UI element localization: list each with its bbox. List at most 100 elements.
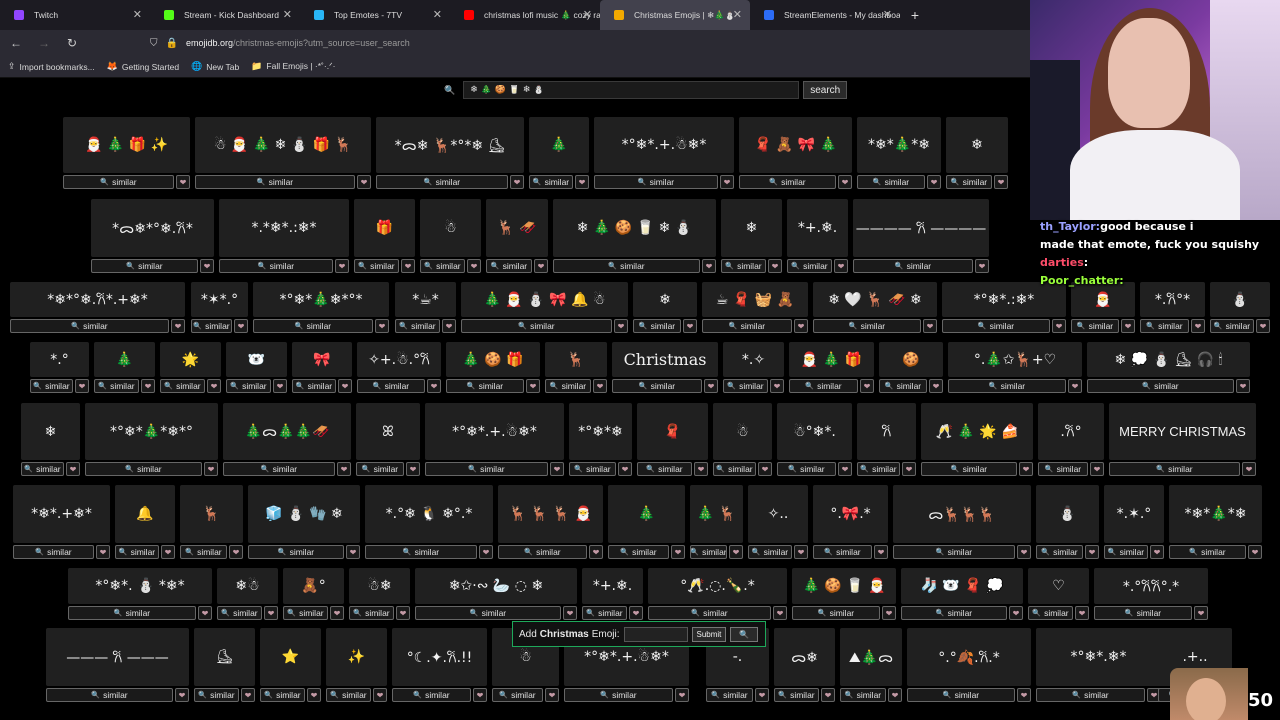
favorite-button[interactable]: ❤ <box>75 379 89 393</box>
favorite-button[interactable]: ❤ <box>927 175 941 189</box>
favorite-button[interactable]: ❤ <box>442 319 456 333</box>
similar-button[interactable]: 🔍similar <box>813 319 921 333</box>
favorite-button[interactable]: ❤ <box>176 175 190 189</box>
emoji-copy-button[interactable]: *°❄*.+.☃❄* <box>425 403 564 460</box>
close-icon[interactable]: ✕ <box>133 8 142 21</box>
emoji-copy-button[interactable]: °.🎀.* <box>813 485 888 543</box>
favorite-button[interactable]: ❤ <box>929 379 943 393</box>
favorite-button[interactable]: ❤ <box>473 688 487 702</box>
similar-button[interactable]: 🔍similar <box>893 545 1015 559</box>
new-tab-button[interactable]: + <box>900 0 930 30</box>
similar-button[interactable]: 🔍similar <box>1140 319 1189 333</box>
favorite-button[interactable]: ❤ <box>675 688 689 702</box>
favorite-button[interactable]: ❤ <box>563 606 577 620</box>
emoji-copy-button[interactable]: 🧣 🧸 🎀 🎄 <box>739 117 852 173</box>
emoji-copy-button[interactable]: ✨ <box>326 628 387 686</box>
favorite-button[interactable]: ❤ <box>198 606 212 620</box>
similar-button[interactable]: 🔍similar <box>857 175 925 189</box>
emoji-copy-button[interactable]: ———— 𐙚 ———— <box>853 199 989 257</box>
favorite-button[interactable]: ❤ <box>768 259 782 273</box>
similar-button[interactable]: 🔍similar <box>68 606 196 620</box>
emoji-copy-button[interactable]: ❄✩·∾ 🦢 ◌ ❄ <box>415 568 577 604</box>
emoji-copy-button[interactable]: ♡ <box>1028 568 1089 604</box>
favorite-button[interactable]: ❤ <box>1019 462 1033 476</box>
favorite-button[interactable]: ❤ <box>1009 606 1023 620</box>
browser-tab[interactable]: Stream - Kick Dashboard ✕ <box>150 0 300 30</box>
favorite-button[interactable]: ❤ <box>975 259 989 273</box>
favorite-button[interactable]: ❤ <box>618 462 632 476</box>
emoji-copy-button[interactable]: ❄ <box>946 117 1008 173</box>
back-button[interactable]: ← <box>4 30 28 56</box>
similar-button[interactable]: 🔍similar <box>1038 462 1088 476</box>
emoji-copy-button[interactable]: 🥂 🎄 🌟 🍰 <box>921 403 1033 460</box>
similar-button[interactable]: 🔍similar <box>376 175 508 189</box>
emoji-copy-button[interactable]: 🎄 <box>608 485 685 543</box>
favorite-button[interactable]: ❤ <box>401 259 415 273</box>
emoji-copy-button[interactable]: *+.❄. <box>582 568 643 604</box>
similar-button[interactable]: 🔍similar <box>723 379 768 393</box>
emoji-copy-button[interactable]: *✶*.° <box>191 282 248 317</box>
similar-button[interactable]: 🔍similar <box>425 462 548 476</box>
emoji-copy-button[interactable]: 🎄 🦌 <box>690 485 743 543</box>
similar-button[interactable]: 🔍similar <box>180 545 227 559</box>
emoji-copy-button[interactable]: *❄*.+❄* <box>13 485 110 543</box>
favorite-button[interactable]: ❤ <box>671 545 685 559</box>
similar-button[interactable]: 🔍similar <box>94 379 139 393</box>
favorite-button[interactable]: ❤ <box>683 319 697 333</box>
similar-button[interactable]: 🔍similar <box>160 379 205 393</box>
emoji-copy-button[interactable]: 🎀 <box>292 342 352 377</box>
similar-button[interactable]: 🔍similar <box>948 379 1066 393</box>
emoji-copy-button[interactable]: 🦌 <box>180 485 243 543</box>
similar-button[interactable]: 🔍similar <box>813 545 872 559</box>
similar-button[interactable]: 🔍similar <box>792 606 880 620</box>
favorite-button[interactable]: ❤ <box>1236 379 1250 393</box>
favorite-button[interactable]: ❤ <box>1017 545 1031 559</box>
emoji-copy-button[interactable]: 🎄 🎅 ⛄ 🎀 🔔 ☃ <box>461 282 628 317</box>
browser-tab[interactable]: Top Emotes - 7TV ✕ <box>300 0 450 30</box>
emoji-copy-button[interactable]: ❄ <box>633 282 697 317</box>
similar-button[interactable]: 🔍similar <box>706 688 753 702</box>
similar-button[interactable]: 🔍similar <box>545 379 591 393</box>
favorite-button[interactable]: ❤ <box>427 379 441 393</box>
similar-button[interactable]: 🔍similar <box>946 175 992 189</box>
favorite-button[interactable]: ❤ <box>794 319 808 333</box>
emoji-copy-button[interactable]: ☃ <box>420 199 481 257</box>
similar-button[interactable]: 🔍similar <box>365 545 477 559</box>
favorite-button[interactable]: ❤ <box>1085 545 1099 559</box>
similar-button[interactable]: 🔍similar <box>219 259 333 273</box>
similar-button[interactable]: 🔍similar <box>486 259 532 273</box>
emoji-copy-button[interactable]: ⭐ <box>260 628 321 686</box>
emoji-copy-button[interactable]: 🎄ᯅ🎄🎄🛷 <box>223 403 351 460</box>
browser-tab[interactable]: Christmas Emojis | ❄🎄⛄ ✕ <box>600 0 750 30</box>
close-icon[interactable]: ✕ <box>883 8 892 21</box>
emoji-copy-button[interactable]: 🔔 <box>115 485 175 543</box>
similar-button[interactable]: 🔍similar <box>569 462 616 476</box>
favorite-button[interactable]: ❤ <box>335 259 349 273</box>
favorite-button[interactable]: ❤ <box>1191 319 1205 333</box>
similar-button[interactable]: 🔍similar <box>91 259 198 273</box>
bookmark-item[interactable]: 🦊 Getting Started <box>107 61 179 72</box>
emoji-copy-button[interactable]: *°❄*. ⛄ *❄* <box>68 568 212 604</box>
emoji-copy-button[interactable]: ❄ 💭 ⛄ ⛸ 🎧 🕯 <box>1087 342 1250 377</box>
favorite-button[interactable]: ❤ <box>1248 545 1262 559</box>
forward-button[interactable]: → <box>32 30 56 56</box>
similar-button[interactable]: 🔍similar <box>702 319 792 333</box>
similar-button[interactable]: 🔍similar <box>46 688 173 702</box>
emoji-copy-button[interactable]: MERRY CHRISTMAS <box>1109 403 1256 460</box>
emoji-copy-button[interactable]: *°❄*🎄❄*°* <box>253 282 389 317</box>
favorite-button[interactable]: ❤ <box>526 379 540 393</box>
similar-button[interactable]: 🔍similar <box>248 545 344 559</box>
favorite-button[interactable]: ❤ <box>373 688 387 702</box>
emoji-copy-button[interactable]: ⛄ <box>1036 485 1099 543</box>
emoji-copy-button[interactable]: °.🎄✩🦌+♡ <box>948 342 1082 377</box>
favorite-button[interactable]: ❤ <box>589 545 603 559</box>
similar-button[interactable]: 🔍similar <box>713 462 756 476</box>
similar-button[interactable]: 🔍similar <box>789 379 858 393</box>
similar-button[interactable]: 🔍similar <box>901 606 1007 620</box>
similar-button[interactable]: 🔍similar <box>582 606 627 620</box>
similar-button[interactable]: 🔍similar <box>529 175 573 189</box>
add-search-icon-button[interactable]: 🔍 <box>730 626 759 642</box>
similar-button[interactable]: 🔍similar <box>1071 319 1119 333</box>
similar-button[interactable]: 🔍similar <box>30 379 73 393</box>
similar-button[interactable]: 🔍similar <box>492 688 543 702</box>
